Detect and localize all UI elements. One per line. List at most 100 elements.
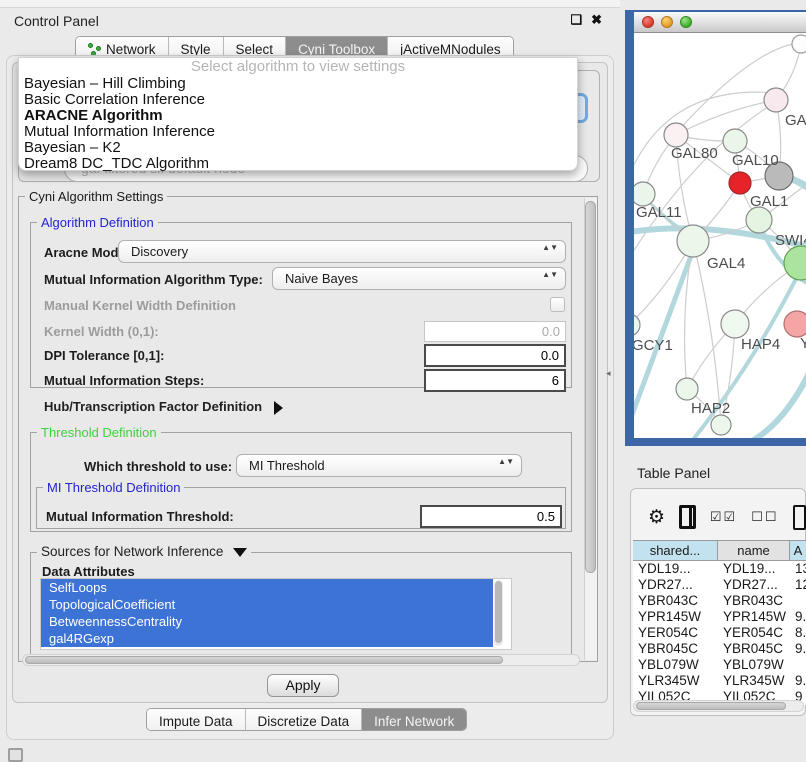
mi-steps-field[interactable]: 6 (424, 369, 566, 392)
table-cell[interactable]: YBR043C (718, 593, 790, 609)
table-cell[interactable]: 13 (790, 561, 806, 577)
table-row[interactable]: YBR045CYBR045C9. (633, 641, 806, 657)
float-window-icon[interactable]: ❑ (570, 12, 582, 28)
gear-icon[interactable]: ⚙ (648, 508, 665, 527)
unchecked-columns-icon[interactable]: ☐☐ (751, 509, 778, 525)
table-cell[interactable] (790, 593, 806, 609)
close-traffic-icon[interactable] (642, 16, 654, 28)
network-canvas[interactable]: GALGAL80GAL10GAL11GAL1SWI4GAL4GCY1HAP4YH… (634, 33, 806, 438)
apply-button[interactable]: Apply (267, 674, 339, 697)
network-node-label: GAL1 (750, 193, 788, 210)
dpi-tolerance-field[interactable]: 0.0 (424, 344, 566, 367)
minimize-traffic-icon[interactable] (661, 16, 673, 28)
network-node-pink-right[interactable] (784, 311, 806, 337)
table-row[interactable]: YLR345WYLR345W9. (633, 673, 806, 689)
table-cell[interactable]: 9. (790, 609, 806, 625)
tab-discretize-data[interactable]: Discretize Data (246, 709, 363, 730)
algorithm-option[interactable]: ARACNE Algorithm (19, 108, 577, 124)
table-cell[interactable]: YPR145W (718, 609, 790, 625)
attributes-scrollbar-thumb[interactable] (495, 581, 502, 643)
table-cell[interactable]: YBL079W (633, 657, 718, 673)
table-cell[interactable]: YBR043C (633, 593, 718, 609)
table-row[interactable]: YBR043CYBR043C (633, 593, 806, 609)
network-node-swi4[interactable] (746, 207, 772, 233)
network-node-gal4[interactable] (677, 225, 709, 257)
network-node-gal10[interactable] (723, 129, 747, 153)
splitter-handle[interactable]: ◂ (606, 368, 611, 379)
network-node-gcy1[interactable] (634, 314, 640, 336)
tab-impute-data[interactable]: Impute Data (147, 709, 246, 730)
mi-type-combobox[interactable]: Naive Bayes ▲▼ (272, 267, 566, 290)
which-threshold-combobox[interactable]: MI Threshold ▲▼ (236, 454, 522, 477)
data-attribute-item[interactable]: gal4RGexp (41, 630, 493, 647)
table-cell[interactable]: YBR045C (633, 641, 718, 657)
network-node-hap4[interactable] (721, 310, 749, 338)
network-node-hap2[interactable] (676, 378, 698, 400)
table-panel-title: Table Panel (637, 465, 710, 481)
table-hscrollbar-thumb[interactable] (636, 702, 786, 710)
data-attribute-item[interactable]: SelfLoops (41, 579, 493, 596)
column-header-name[interactable]: name (718, 541, 790, 560)
data-attributes-list[interactable]: SelfLoopsTopologicalCoefficientBetweenne… (40, 578, 512, 650)
close-window-icon[interactable]: ✖ (591, 12, 602, 28)
top-strip (0, 0, 620, 8)
network-node-top-partial[interactable] (792, 35, 806, 53)
mi-type-label: Mutual Information Algorithm Type: (44, 272, 263, 287)
sources-expander[interactable]: Sources for Network Inference (37, 544, 251, 559)
zoom-traffic-icon[interactable] (680, 16, 692, 28)
tab-infer-network[interactable]: Infer Network (362, 709, 466, 730)
data-attribute-item[interactable]: BetweennessCentrality (41, 613, 493, 630)
network-node-gal80[interactable] (664, 123, 688, 147)
table-cell[interactable]: YDR27... (633, 577, 718, 593)
settings-scrollbar-thumb[interactable] (585, 201, 596, 573)
column-header-partial[interactable]: A (790, 541, 806, 560)
manual-kernel-checkbox[interactable] (550, 297, 565, 312)
table-cell[interactable]: YLR345W (718, 673, 790, 689)
network-node-label: SWI4 (775, 232, 806, 249)
network-view-window: GALGAL80GAL10GAL11GAL1SWI4GAL4GCY1HAP4YH… (625, 10, 806, 446)
table-cell[interactable]: YPR145W (633, 609, 718, 625)
table-cell[interactable]: YLR345W (633, 673, 718, 689)
hub-definition-expander[interactable]: Hub/Transcription Factor Definition (44, 399, 283, 415)
table-cell[interactable]: YBR045C (718, 641, 790, 657)
kernel-width-field[interactable]: 0.0 (424, 321, 566, 342)
table-cell[interactable]: 12 (790, 577, 806, 593)
network-node-gal11[interactable] (634, 182, 655, 206)
network-node-gal7[interactable] (764, 88, 788, 112)
table-cell[interactable]: YBL079W (718, 657, 790, 673)
network-node-red-node[interactable] (729, 172, 751, 194)
table-cell[interactable]: 8. (790, 625, 806, 641)
table-row[interactable]: YDR27...YDR27...12 (633, 577, 806, 593)
columns-icon[interactable] (679, 505, 696, 529)
data-attribute-item[interactable]: TopologicalCoefficient (41, 596, 493, 613)
network-node-big-green[interactable] (784, 246, 806, 280)
algorithm-option[interactable]: Dream8 DC_TDC Algorithm (19, 156, 577, 172)
table-row[interactable]: YDL19...YDL19...13 (633, 561, 806, 577)
mi-threshold-field[interactable]: 0.5 (420, 505, 562, 528)
table-cell[interactable]: 9. (790, 641, 806, 657)
table-row[interactable]: YBL079WYBL079W (633, 657, 806, 673)
table-cell[interactable]: YER054C (633, 625, 718, 641)
corner-widget-icon[interactable] (8, 748, 23, 762)
algorithm-option[interactable]: Mutual Information Inference (19, 124, 577, 140)
checked-columns-icon[interactable]: ☑☑ (710, 509, 737, 525)
kernel-width-label: Kernel Width (0,1): (44, 324, 159, 339)
table-row[interactable]: YER054CYER054C8. (633, 625, 806, 641)
aracne-mode-combobox[interactable]: Discovery ▲▼ (118, 240, 566, 263)
combo-spinner-icon: ▲▼ (542, 244, 558, 251)
algorithm-option[interactable]: Basic Correlation Inference (19, 92, 577, 108)
table-cell[interactable]: 9. (790, 673, 806, 689)
table-cell[interactable]: YER054C (718, 625, 790, 641)
table-row[interactable]: YPR145WYPR145W9. (633, 609, 806, 625)
table-cell[interactable]: YDR27... (718, 577, 790, 593)
table-cell[interactable] (790, 657, 806, 673)
table-cell[interactable]: YDL19... (633, 561, 718, 577)
document-icon[interactable] (793, 505, 806, 530)
table-cell[interactable]: YDL19... (718, 561, 790, 577)
algorithm-option[interactable]: Bayesian – Hill Climbing (19, 76, 577, 92)
algorithm-option[interactable]: Bayesian – K2 (19, 140, 577, 156)
settings-hscrollbar-thumb[interactable] (25, 656, 503, 664)
network-window-titlebar[interactable] (634, 12, 806, 33)
network-node-bottom-node[interactable] (711, 415, 731, 435)
column-header-shared-name[interactable]: shared... (633, 541, 718, 560)
